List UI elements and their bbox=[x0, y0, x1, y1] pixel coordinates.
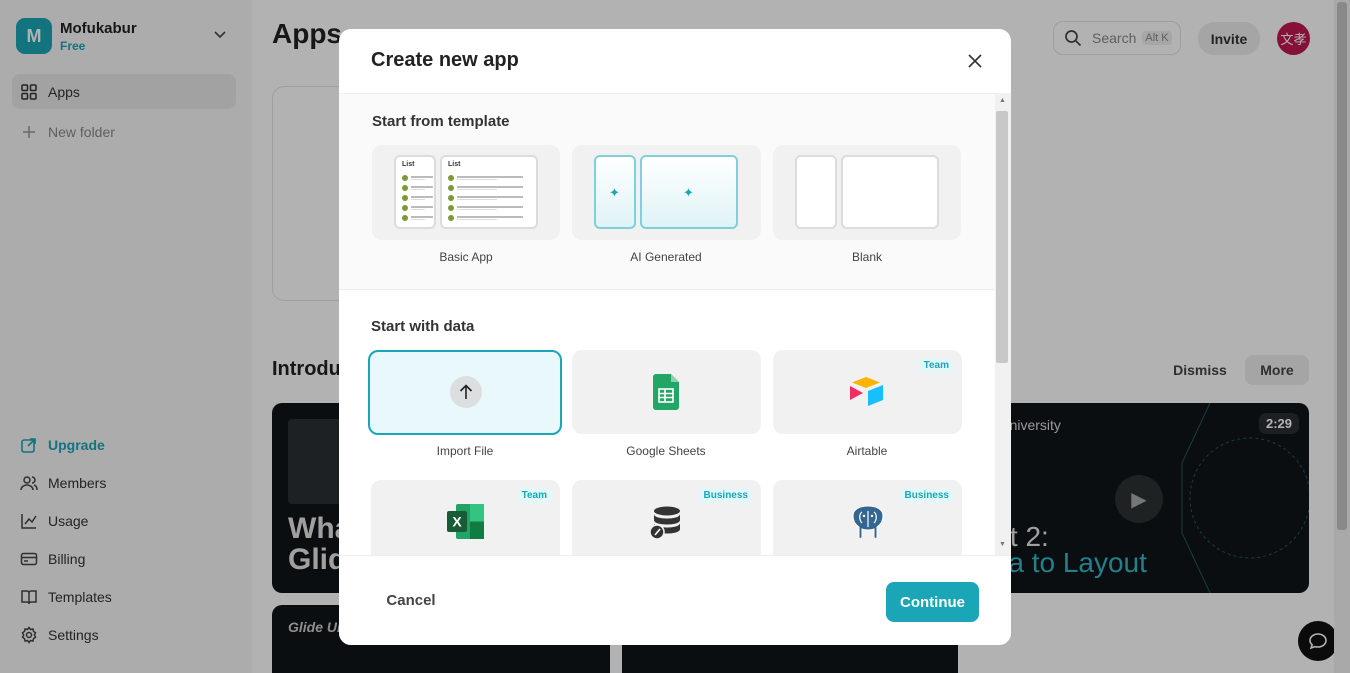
data-source-excel[interactable]: Team X bbox=[371, 480, 560, 555]
section-title: Start from template bbox=[372, 113, 510, 130]
postgresql-icon bbox=[851, 504, 885, 545]
template-preview: ✦ bbox=[640, 155, 738, 229]
template-preview bbox=[795, 155, 837, 229]
close-icon[interactable] bbox=[963, 49, 987, 73]
data-source-label: Airtable bbox=[846, 444, 888, 458]
data-source-import-file[interactable] bbox=[368, 350, 562, 435]
sparkle-icon: ✦ bbox=[683, 185, 694, 200]
template-preview: List bbox=[440, 155, 538, 229]
upload-icon bbox=[450, 376, 482, 408]
dialog-title: Create new app bbox=[371, 49, 519, 71]
template-basic-app[interactable]: List List bbox=[372, 145, 560, 240]
data-source-postgresql[interactable]: Business bbox=[773, 480, 962, 555]
data-source-label: Import File bbox=[436, 444, 494, 458]
data-source-google-sheets[interactable] bbox=[572, 350, 761, 434]
template-blank[interactable] bbox=[773, 145, 961, 240]
template-preview: List bbox=[394, 155, 436, 229]
excel-icon: X bbox=[447, 504, 484, 544]
continue-button[interactable]: Continue bbox=[886, 582, 979, 622]
data-source-label: Google Sheets bbox=[626, 444, 706, 458]
template-section: Start from template List List Basic App … bbox=[339, 94, 995, 290]
template-preview bbox=[841, 155, 939, 229]
template-label: AI Generated bbox=[630, 250, 702, 264]
dialog-footer: Cancel Continue bbox=[339, 555, 1011, 645]
plan-badge: Business bbox=[698, 488, 753, 503]
plan-badge: Team bbox=[918, 358, 954, 373]
template-label: Blank bbox=[851, 250, 883, 264]
data-source-airtable[interactable]: Team bbox=[773, 350, 962, 434]
plan-badge: Business bbox=[899, 488, 954, 503]
template-label: Basic App bbox=[439, 250, 493, 264]
database-icon bbox=[649, 506, 683, 545]
data-source-database[interactable]: Business bbox=[572, 480, 761, 555]
airtable-icon bbox=[849, 376, 887, 413]
create-app-dialog: Create new app Start from template List … bbox=[339, 29, 1011, 645]
plan-badge: Team bbox=[516, 488, 552, 503]
google-sheets-icon bbox=[653, 374, 679, 415]
dialog-body: Start from template List List Basic App … bbox=[339, 93, 1011, 555]
template-preview: ✦ bbox=[594, 155, 636, 229]
template-ai-generated[interactable]: ✦ ✦ bbox=[572, 145, 761, 240]
section-title: Start with data bbox=[371, 318, 475, 335]
sparkle-icon: ✦ bbox=[609, 185, 620, 200]
dialog-scrollbar[interactable]: ▲ ▼ bbox=[995, 93, 1011, 555]
svg-text:X: X bbox=[452, 514, 462, 530]
cancel-button[interactable]: Cancel bbox=[371, 580, 451, 620]
